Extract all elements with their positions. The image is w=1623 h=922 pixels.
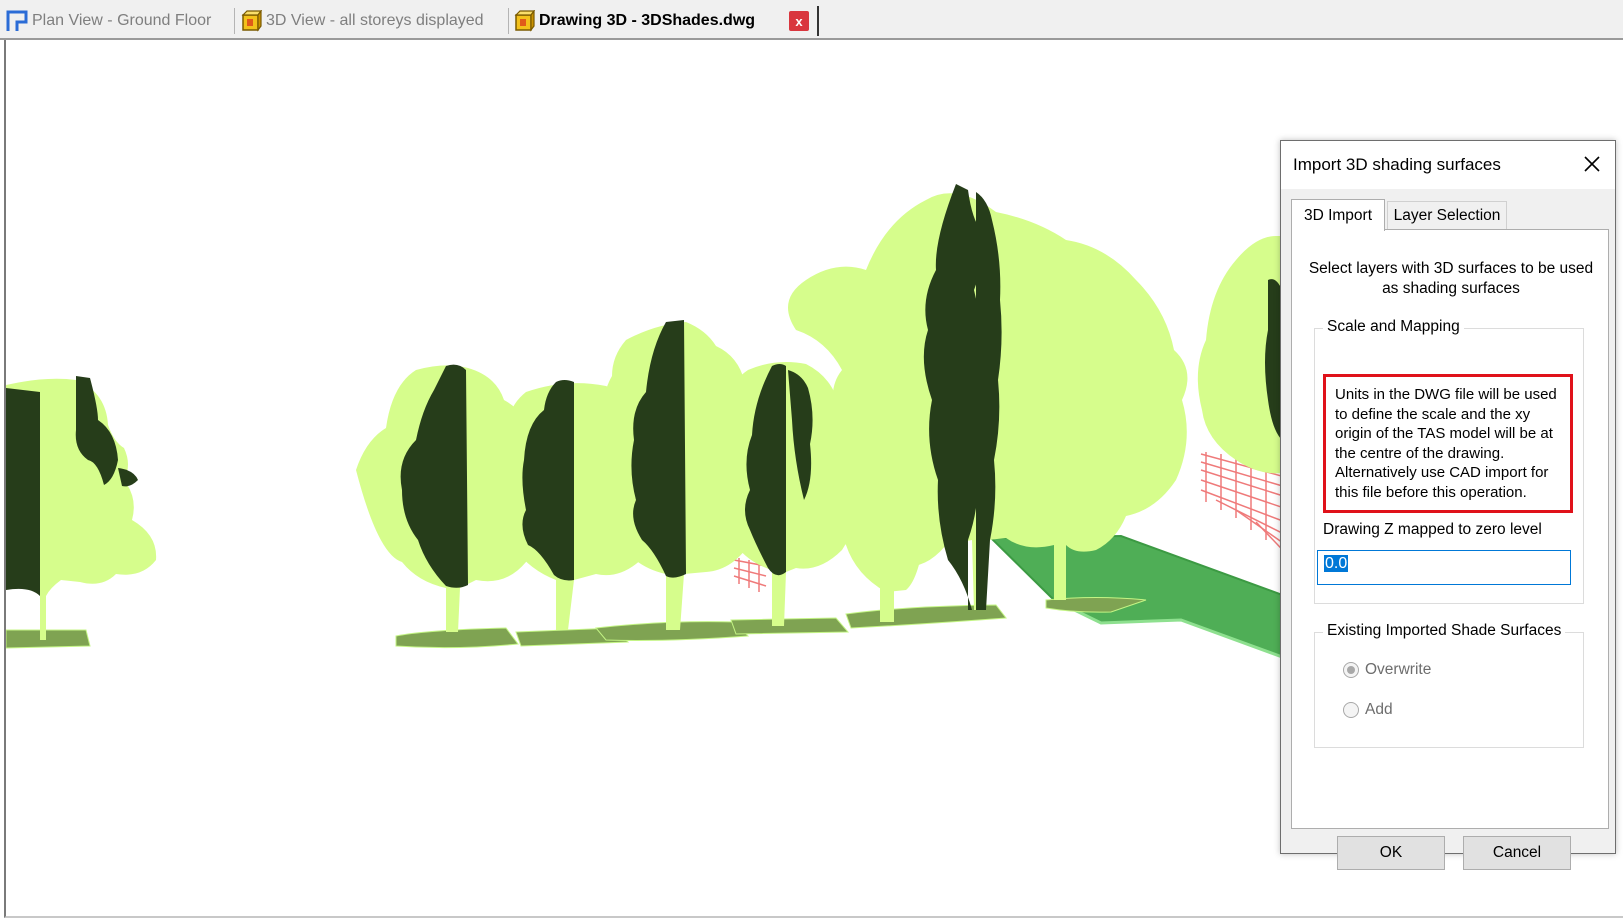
- plan-view-icon: [6, 10, 28, 31]
- existing-surfaces-label: Existing Imported Shade Surfaces: [1323, 622, 1566, 640]
- tab-separator: [234, 8, 235, 34]
- ground-platform: [988, 534, 1297, 664]
- tree-1: [6, 376, 157, 640]
- scale-mapping-label: Scale and Mapping: [1323, 318, 1464, 336]
- radio-circle: [1343, 702, 1359, 718]
- warning-text: Units in the DWG file will be used to de…: [1323, 374, 1573, 513]
- ok-button[interactable]: OK: [1337, 836, 1445, 870]
- z-level-input[interactable]: 0.0: [1317, 550, 1571, 585]
- document-tab-bar: Plan View - Ground Floor 3D View - all s…: [0, 0, 1623, 40]
- tab-panel-3d-import: Select layers with 3D surfaces to be use…: [1291, 229, 1609, 870]
- cancel-button[interactable]: Cancel: [1463, 836, 1571, 870]
- overwrite-label: Overwrite: [1365, 661, 1432, 678]
- existing-surfaces-group: Existing Imported Shade Surfaces Overwri…: [1314, 622, 1584, 748]
- radio-circle-checked: [1343, 662, 1359, 678]
- dialog-title: Import 3D shading surfaces: [1293, 155, 1501, 174]
- tab-drawing-3d[interactable]: Drawing 3D - 3DShades.dwg: [513, 6, 755, 36]
- z-level-label: Drawing Z mapped to zero level: [1323, 521, 1542, 538]
- import-3d-shading-dialog: Import 3D shading surfaces 3D Import Lay…: [1280, 140, 1616, 870]
- tab-label: Drawing 3D - 3DShades.dwg: [539, 12, 756, 29]
- tab-label: 3D View - all storeys displayed: [266, 12, 484, 29]
- overwrite-radio[interactable]: Overwrite: [1343, 661, 1431, 679]
- close-tab-icon[interactable]: x: [789, 11, 809, 31]
- 3d-box-icon: [241, 10, 262, 32]
- scale-mapping-group: Scale and Mapping Units in the DWG file …: [1314, 318, 1584, 604]
- intro-text: Select layers with 3D surfaces to be use…: [1308, 260, 1594, 297]
- close-icon[interactable]: [1581, 153, 1603, 175]
- tab-label: Plan View - Ground Floor: [32, 12, 212, 29]
- add-label: Add: [1365, 701, 1393, 718]
- tab-3d-view[interactable]: 3D View - all storeys displayed: [240, 6, 484, 36]
- add-radio[interactable]: Add: [1343, 701, 1393, 719]
- tab-plan-view[interactable]: Plan View - Ground Floor: [6, 6, 211, 36]
- tab-end-marker: [817, 6, 819, 36]
- tab-separator: [508, 8, 509, 34]
- tab-3d-import[interactable]: 3D Import: [1291, 199, 1385, 231]
- z-level-value: 0.0: [1324, 555, 1349, 572]
- dialog-title-bar[interactable]: Import 3D shading surfaces: [1281, 141, 1615, 189]
- 3d-box-icon: [514, 10, 535, 32]
- tab-layer-selection[interactable]: Layer Selection: [1387, 201, 1507, 229]
